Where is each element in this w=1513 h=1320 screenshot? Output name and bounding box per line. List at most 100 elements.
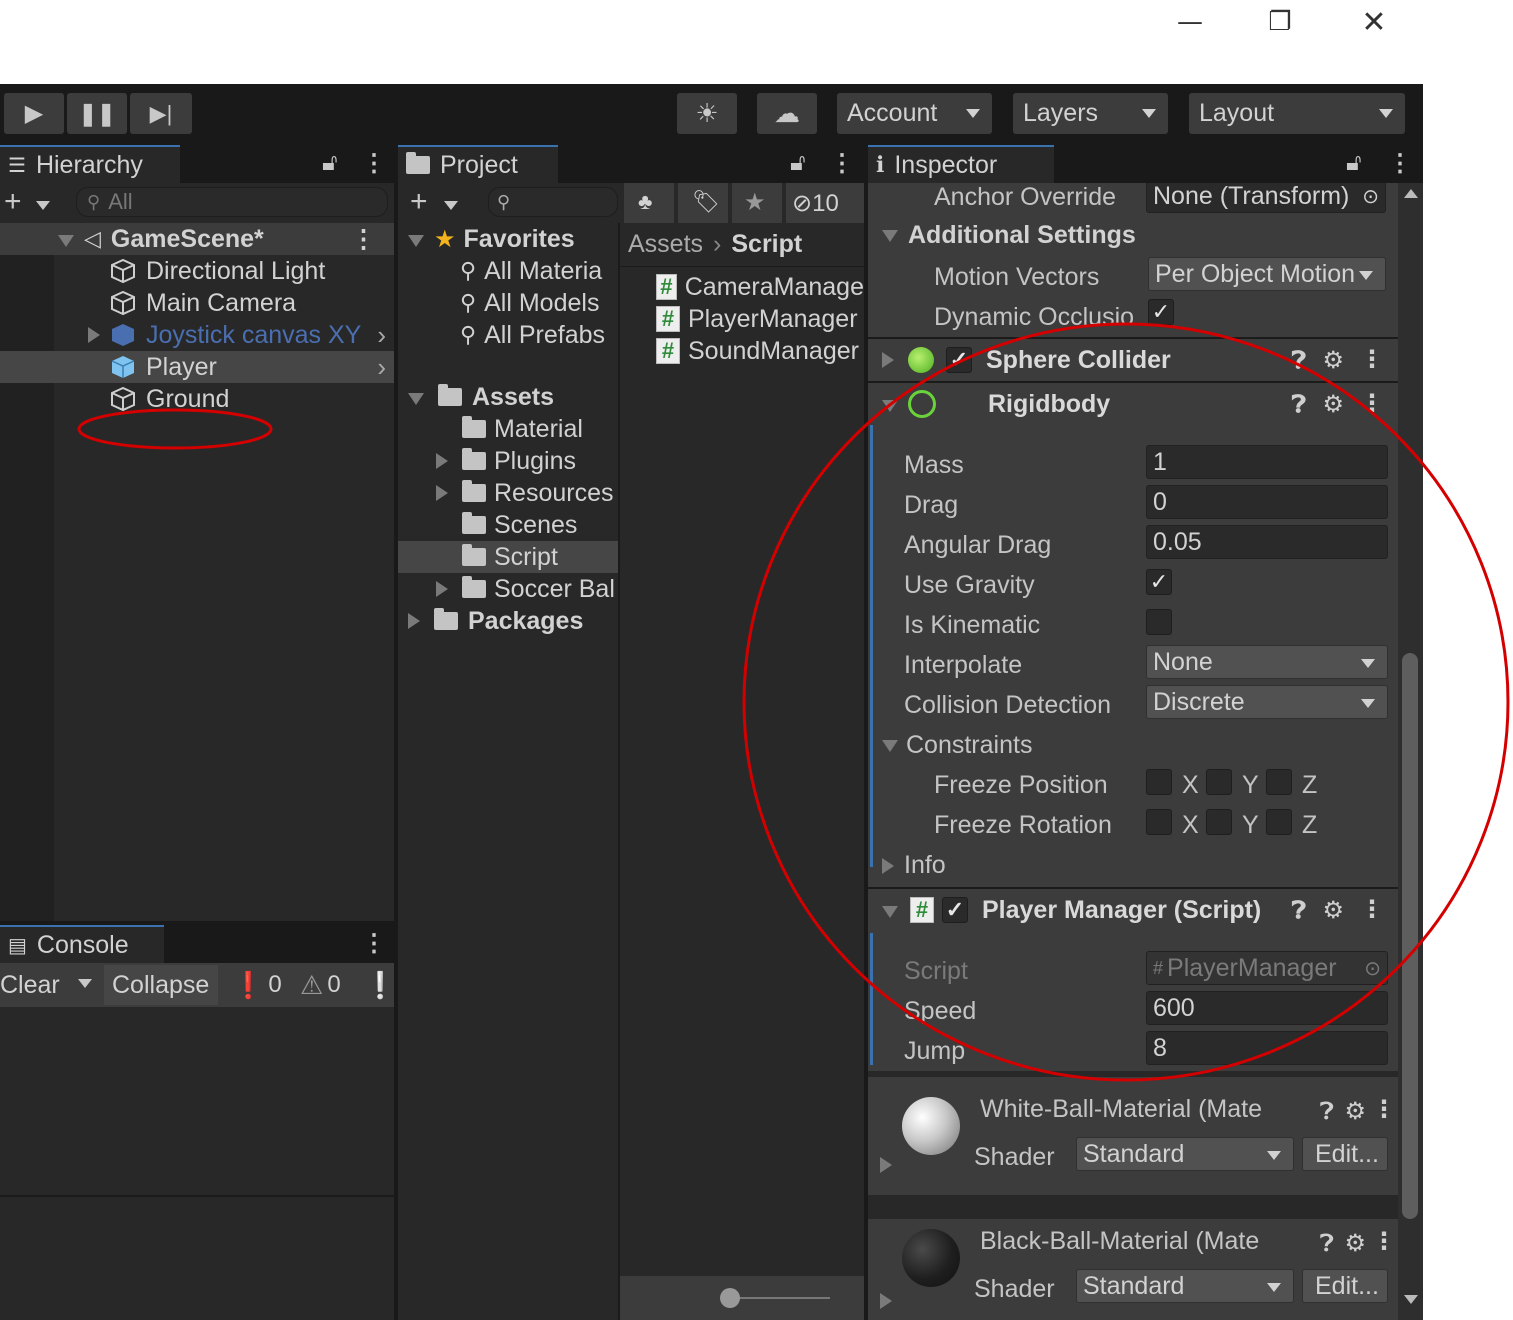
edit-shader-button[interactable]: Edit... [1302, 1269, 1388, 1303]
object-picker-icon[interactable]: ⊙ [1362, 184, 1379, 209]
more-icon[interactable]: ⋮ [362, 929, 386, 958]
play-button[interactable]: ▶ [4, 93, 64, 134]
tag-icon[interactable]: 🏷︎ [678, 183, 728, 223]
material-name: Black-Ball-Material (Mate [980, 1227, 1260, 1255]
expand-icon[interactable] [408, 225, 424, 254]
minimize-icon[interactable]: — [1144, 0, 1236, 44]
account-dropdown[interactable]: Account [837, 93, 992, 134]
more-icon[interactable]: ⋮ [1372, 1227, 1396, 1255]
anchor-override-field[interactable]: None (Transform) ⊙ [1146, 183, 1386, 213]
hierarchy-search-input[interactable]: ⚲ All [76, 187, 388, 217]
folder-item[interactable]: Soccer Bal [398, 573, 618, 605]
filter-type-icon[interactable]: ♣ [624, 183, 674, 223]
hidden-packages-toggle[interactable]: ⊘10 [786, 183, 864, 223]
scroll-up-icon[interactable] [1404, 189, 1418, 198]
clear-options-dropdown[interactable] [66, 975, 102, 1005]
help-icon[interactable]: ❓︎ [1320, 1097, 1334, 1125]
more-icon[interactable]: ⋮ [1372, 1095, 1396, 1123]
motion-vectors-dropdown[interactable]: Per Object Motion [1148, 257, 1386, 291]
add-icon[interactable]: + [4, 185, 22, 219]
pause-button[interactable]: ❚❚ [67, 93, 127, 134]
more-icon[interactable]: ⋮ [362, 149, 386, 178]
expand-icon[interactable] [88, 321, 100, 350]
preset-icon[interactable]: ⚙ [1344, 1229, 1366, 1257]
preset-icon[interactable]: ⚙ [1344, 1097, 1366, 1125]
folder-item[interactable]: Scenes [398, 509, 618, 541]
folder-item[interactable]: Resources [398, 477, 618, 509]
cloud-icon: ☁ [774, 98, 800, 128]
folder-item[interactable]: Material [398, 413, 618, 445]
hierarchy-item[interactable]: Joystick canvas XY › [0, 319, 394, 351]
breadcrumb-current[interactable]: Script [731, 230, 802, 259]
tab-hierarchy[interactable]: ☰ Hierarchy [0, 145, 180, 183]
lock-icon[interactable]: 🔓︎ [1346, 149, 1362, 177]
shader-dropdown[interactable]: Standard [1076, 1269, 1294, 1303]
restore-icon[interactable]: ❐ [1234, 0, 1326, 44]
hierarchy-item[interactable]: Main Camera [0, 287, 394, 319]
script-file-item[interactable]: # CameraManage [620, 271, 864, 303]
folder-item[interactable]: Plugins [398, 445, 618, 477]
favorite-item[interactable]: ⚲ All Materia [398, 255, 618, 287]
project-toolbar: + ⚲ ♣ 🏷︎ ★ ⊘10 [398, 183, 864, 223]
dropdown-value: Standard [1083, 1139, 1185, 1168]
scene-header[interactable]: ◁ GameScene* ⋮ [0, 223, 394, 255]
warning-toggle[interactable]: ⚠ 0 [294, 965, 356, 1005]
tab-inspector[interactable]: ℹ Inspector [868, 145, 1054, 183]
expand-icon[interactable] [436, 447, 448, 476]
chevron-right-icon[interactable]: › [377, 352, 386, 383]
layout-dropdown[interactable]: Layout [1189, 93, 1405, 134]
star-icon[interactable]: ★ [732, 183, 782, 223]
lock-icon[interactable]: 🔓︎ [790, 149, 806, 177]
more-icon[interactable]: ⋮ [351, 224, 376, 254]
expand-icon[interactable] [436, 575, 448, 604]
more-icon[interactable]: ⋮ [830, 149, 854, 178]
inspector-tabbar: ℹ Inspector 🔓︎ ⋮ [868, 145, 1423, 183]
tab-console[interactable]: ▤ Console [0, 925, 164, 963]
more-icon[interactable]: ⋮ [1388, 149, 1412, 178]
favorite-item[interactable]: ⚲ All Models [398, 287, 618, 319]
expand-icon[interactable] [408, 607, 420, 636]
lock-icon[interactable]: 🔓︎ [322, 149, 338, 177]
icon-size-slider-thumb[interactable] [720, 1288, 740, 1308]
project-search-input[interactable]: ⚲ [488, 187, 618, 217]
packages-header[interactable]: Packages [398, 605, 618, 637]
tab-label: Inspector [894, 150, 998, 179]
layers-dropdown[interactable]: Layers [1013, 93, 1168, 134]
chevron-down-icon[interactable] [444, 197, 458, 215]
expand-icon[interactable] [408, 383, 424, 412]
step-button[interactable]: ▶| [130, 93, 192, 134]
folder-item-selected[interactable]: Script [398, 541, 618, 573]
hierarchy-item-selected[interactable]: Player › [0, 351, 394, 383]
expand-icon[interactable] [58, 225, 74, 254]
help-icon[interactable]: ❓︎ [1320, 1229, 1334, 1257]
chevron-down-icon[interactable] [36, 197, 50, 215]
expand-icon[interactable] [436, 479, 448, 508]
chevron-right-icon[interactable]: › [377, 320, 386, 351]
add-icon[interactable]: + [410, 185, 428, 219]
error-toggle[interactable]: ❗ 0 [224, 965, 286, 1005]
favorite-item[interactable]: ⚲ All Prefabs [398, 319, 618, 351]
cloud-button[interactable]: ☁ [757, 93, 817, 134]
favorites-header[interactable]: ★ Favorites [398, 223, 618, 255]
additional-settings-foldout[interactable]: Additional Settings [882, 221, 1136, 250]
hierarchy-item[interactable]: Directional Light [0, 255, 394, 287]
hierarchy-panel: ☰ Hierarchy 🔓︎ ⋮ + ⚲ All ◁ GameScene* ⋮ Di… [0, 145, 394, 921]
info-toggle-icon[interactable]: ❕ [364, 967, 394, 1003]
close-icon[interactable]: ✕ [1328, 0, 1420, 44]
expand-icon[interactable] [880, 1293, 892, 1314]
item-label: Script [494, 542, 558, 571]
services-button[interactable]: ☀ [677, 93, 737, 134]
edit-shader-button[interactable]: Edit... [1302, 1137, 1388, 1171]
shader-dropdown[interactable]: Standard [1076, 1137, 1294, 1171]
collapse-button[interactable]: Collapse [104, 965, 218, 1005]
tab-project[interactable]: Project [398, 145, 558, 183]
expand-icon[interactable] [880, 1157, 892, 1178]
breadcrumb-root[interactable]: Assets [628, 230, 703, 259]
window-title-bar: — ❐ ✕ [0, 0, 1513, 84]
assets-header[interactable]: Assets [398, 381, 618, 413]
csharp-script-icon: # [656, 306, 680, 332]
scroll-down-icon[interactable] [1404, 1295, 1418, 1304]
clear-button[interactable]: Clear [0, 971, 60, 1000]
item-label: Resources [494, 478, 614, 507]
icon-size-slider-track[interactable] [730, 1297, 830, 1299]
